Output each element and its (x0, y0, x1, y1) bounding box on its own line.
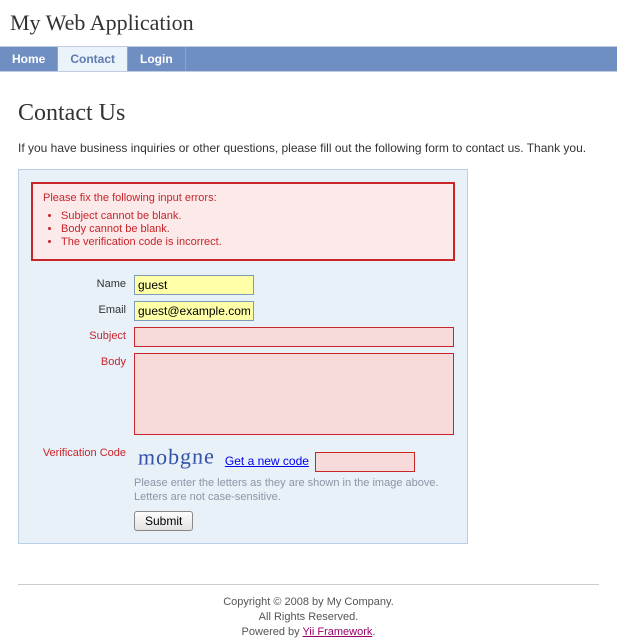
submit-button[interactable]: Submit (134, 511, 193, 531)
captcha-hint: Please enter the letters as they are sho… (134, 476, 455, 505)
email-field[interactable] (134, 301, 254, 321)
captcha-field[interactable] (315, 452, 415, 472)
main-nav: Home Contact Login (0, 46, 617, 72)
captcha-label: Verification Code (31, 444, 134, 505)
footer: Copyright © 2008 by My Company. All Righ… (18, 584, 599, 641)
error-item: Body cannot be blank. (61, 223, 443, 235)
error-heading: Please fix the following input errors: (43, 192, 443, 204)
nav-contact[interactable]: Contact (58, 47, 128, 71)
page-title: Contact Us (18, 100, 599, 127)
captcha-refresh-link[interactable]: Get a new code (225, 454, 309, 468)
nav-login[interactable]: Login (128, 47, 186, 71)
body-field[interactable] (134, 353, 454, 435)
footer-powered-prefix: Powered by (242, 626, 303, 638)
footer-rights: All Rights Reserved. (259, 611, 359, 623)
intro-text: If you have business inquiries or other … (18, 141, 599, 155)
subject-field[interactable] (134, 327, 454, 347)
footer-copyright: Copyright © 2008 by My Company. (223, 596, 394, 608)
body-label: Body (31, 353, 134, 438)
captcha-image: mobgne (133, 443, 219, 472)
footer-framework-link[interactable]: Yii Framework (303, 626, 373, 638)
subject-label: Subject (31, 327, 134, 347)
name-field[interactable] (134, 275, 254, 295)
error-item: The verification code is incorrect. (61, 236, 443, 248)
email-label: Email (31, 301, 134, 321)
name-label: Name (31, 275, 134, 295)
error-summary: Please fix the following input errors: S… (31, 182, 455, 261)
app-title: My Web Application (10, 10, 617, 36)
error-item: Subject cannot be blank. (61, 210, 443, 222)
nav-home[interactable]: Home (0, 47, 58, 71)
footer-powered-suffix: . (372, 626, 375, 638)
contact-form: Please fix the following input errors: S… (18, 169, 468, 544)
